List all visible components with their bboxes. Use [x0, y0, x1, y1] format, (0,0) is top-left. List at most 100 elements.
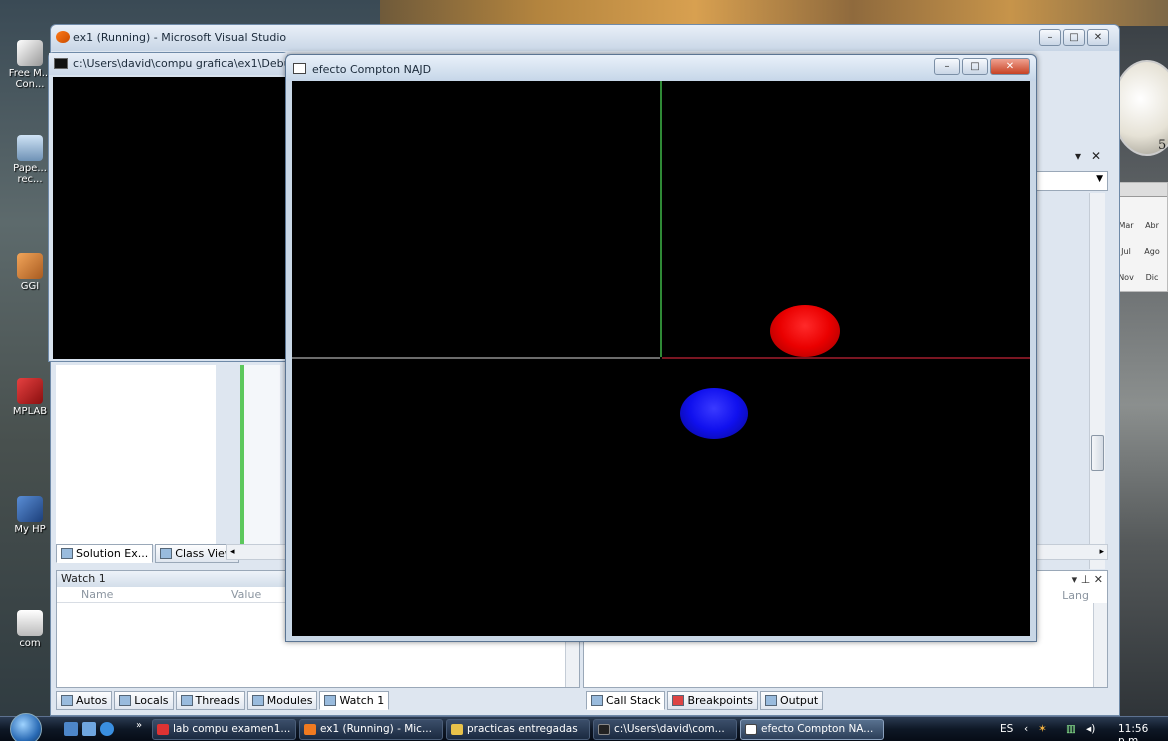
horizontal-axis-left	[292, 357, 660, 359]
horizontal-axis-right	[662, 357, 1030, 359]
console-window: c:\Users\david\compu grafica\ex1\Debug\e…	[48, 52, 288, 362]
tab-modules[interactable]: Modules	[246, 691, 318, 710]
vs-window-title: ex1 (Running) - Microsoft Visual Studio	[73, 31, 287, 44]
gl-window-title: efecto Compton NAJD	[312, 63, 432, 76]
hp-icon	[17, 496, 43, 522]
mplab-icon	[17, 378, 43, 404]
watch-column-value[interactable]: Value	[207, 587, 261, 602]
editor-horizontal-scrollbar-right[interactable]: ▸	[1036, 544, 1108, 560]
visual-studio-icon	[304, 724, 316, 735]
quicklaunch-overflow-icon[interactable]: »	[136, 720, 142, 731]
start-button[interactable]	[10, 713, 42, 741]
tab-label: Breakpoints	[687, 693, 753, 707]
desktop-wallpaper-strip	[380, 0, 1168, 26]
threads-icon	[180, 695, 193, 706]
network-icon[interactable]: ▥	[1066, 723, 1076, 735]
taskbar-item-console[interactable]: c:\Users\david\com...	[593, 719, 737, 740]
close-button[interactable]: ✕	[1087, 29, 1109, 46]
tab-autos[interactable]: Autos	[56, 691, 113, 710]
calendar-month[interactable]: Abr	[1141, 221, 1163, 231]
tab-label: Locals	[134, 693, 169, 707]
gl-render-canvas[interactable]	[292, 81, 1030, 636]
editor-vertical-scrollbar[interactable]	[1089, 193, 1105, 569]
vs-window-controls: – □ ✕	[1039, 29, 1109, 46]
minimize-button[interactable]: –	[1039, 29, 1061, 46]
maximize-button[interactable]: □	[962, 58, 988, 75]
tray-app-icon[interactable]: ✶	[1038, 723, 1047, 735]
system-tray: ES ‹ ✶ ▥ ◂) 11:56 p.m.	[990, 717, 1168, 741]
watch-column-name[interactable]: Name	[57, 587, 207, 602]
tab-locals[interactable]: Locals	[114, 691, 174, 710]
switch-windows-icon[interactable]	[82, 722, 96, 736]
locals-icon	[119, 695, 132, 706]
language-indicator[interactable]: ES	[1000, 723, 1013, 735]
desktop-icon-mplab[interactable]: MPLAB	[4, 378, 56, 417]
calendar-month[interactable]: Dic	[1141, 273, 1163, 283]
output-icon	[764, 695, 777, 706]
clock-time[interactable]: 11:56 p.m.	[1118, 723, 1168, 741]
taskbar-item-lab-compu[interactable]: lab compu examen1...	[152, 719, 296, 740]
tab-threads[interactable]: Threads	[175, 691, 245, 710]
taskbar-item-compton[interactable]: efecto Compton NA...	[740, 719, 884, 740]
clock-number: 5	[1158, 138, 1167, 153]
window-icon	[293, 63, 306, 74]
solution-explorer-pane	[56, 365, 216, 545]
tab-breakpoints[interactable]: Breakpoints	[667, 691, 758, 710]
code-editor-margin	[240, 365, 280, 545]
watch-icon	[324, 695, 337, 706]
debug-tabs-right: Call Stack Breakpoints Output	[586, 691, 824, 711]
console-output-area[interactable]	[53, 77, 285, 359]
tab-label: Solution Ex...	[76, 546, 149, 560]
taskbar-item-practicas[interactable]: practicas entregadas	[446, 719, 590, 740]
taskbar-item-visual-studio[interactable]: ex1 (Running) - Mic...	[299, 719, 443, 740]
recycle-bin-icon	[17, 135, 43, 161]
window-icon	[745, 724, 757, 735]
app-icon	[17, 40, 43, 66]
vs-title-bar[interactable]: ex1 (Running) - Microsoft Visual Studio …	[51, 25, 1119, 51]
solution-explorer-icon	[61, 548, 73, 559]
close-button[interactable]: ✕	[990, 58, 1030, 75]
tab-label: Call Stack	[606, 693, 661, 707]
taskbar: » lab compu examen1... ex1 (Running) - M…	[0, 713, 1168, 741]
internet-explorer-icon[interactable]	[100, 722, 114, 736]
maximize-button[interactable]: □	[1063, 29, 1085, 46]
desktop-icon-label: com	[19, 638, 41, 649]
panel-controls[interactable]: ▾ ⊥ ✕	[1072, 573, 1103, 586]
pane-dropdown-icon[interactable]: ▾	[1075, 149, 1081, 163]
tab-call-stack[interactable]: Call Stack	[586, 691, 666, 710]
calendar-month[interactable]: Ago	[1141, 247, 1163, 257]
console-icon	[598, 724, 610, 735]
tab-solution-explorer[interactable]: Solution Ex...	[56, 544, 154, 563]
desktop-icon-computer[interactable]: com	[4, 610, 56, 649]
call-stack-scrollbar[interactable]	[1093, 603, 1107, 687]
taskbar-item-label: ex1 (Running) - Mic...	[320, 723, 432, 735]
breakpoints-icon	[672, 695, 685, 706]
show-desktop-icon[interactable]	[64, 722, 78, 736]
minimize-button[interactable]: –	[934, 58, 960, 75]
tab-watch-1[interactable]: Watch 1	[319, 691, 390, 710]
taskbar-item-label: efecto Compton NA...	[761, 723, 874, 735]
taskbar-item-label: lab compu examen1...	[173, 723, 291, 735]
vertical-axis-line	[660, 81, 662, 357]
call-stack-column-lang[interactable]: Lang	[1062, 589, 1089, 602]
gl-window-controls: – □ ✕	[934, 58, 1030, 75]
volume-icon[interactable]: ◂)	[1086, 723, 1095, 735]
desktop-icon-label: MPLAB	[12, 406, 48, 417]
scrollbar-thumb[interactable]	[1091, 435, 1104, 471]
editor-horizontal-scrollbar[interactable]: ◂	[226, 544, 286, 560]
tab-label: Watch 1	[339, 693, 385, 707]
console-window-title: c:\Users\david\compu grafica\ex1\Debug\e…	[73, 57, 287, 70]
visual-studio-icon	[56, 31, 70, 43]
chevron-down-icon: ▼	[1096, 174, 1103, 184]
gl-title-bar[interactable]: efecto Compton NAJD – □ ✕	[286, 55, 1036, 81]
pane-close-icon[interactable]: ✕	[1091, 149, 1101, 163]
tray-chevron-icon[interactable]: ‹	[1024, 723, 1028, 735]
debug-tabs-left: Autos Locals Threads Modules Watch 1	[56, 691, 390, 711]
tab-output[interactable]: Output	[759, 691, 824, 710]
tab-label: Autos	[76, 693, 108, 707]
acrobat-icon	[157, 724, 169, 735]
modules-icon	[251, 695, 264, 706]
desktop-icon-my-hp[interactable]: My HP	[4, 496, 56, 535]
console-title-bar[interactable]: c:\Users\david\compu grafica\ex1\Debug\e…	[49, 53, 287, 75]
console-icon	[54, 58, 68, 69]
